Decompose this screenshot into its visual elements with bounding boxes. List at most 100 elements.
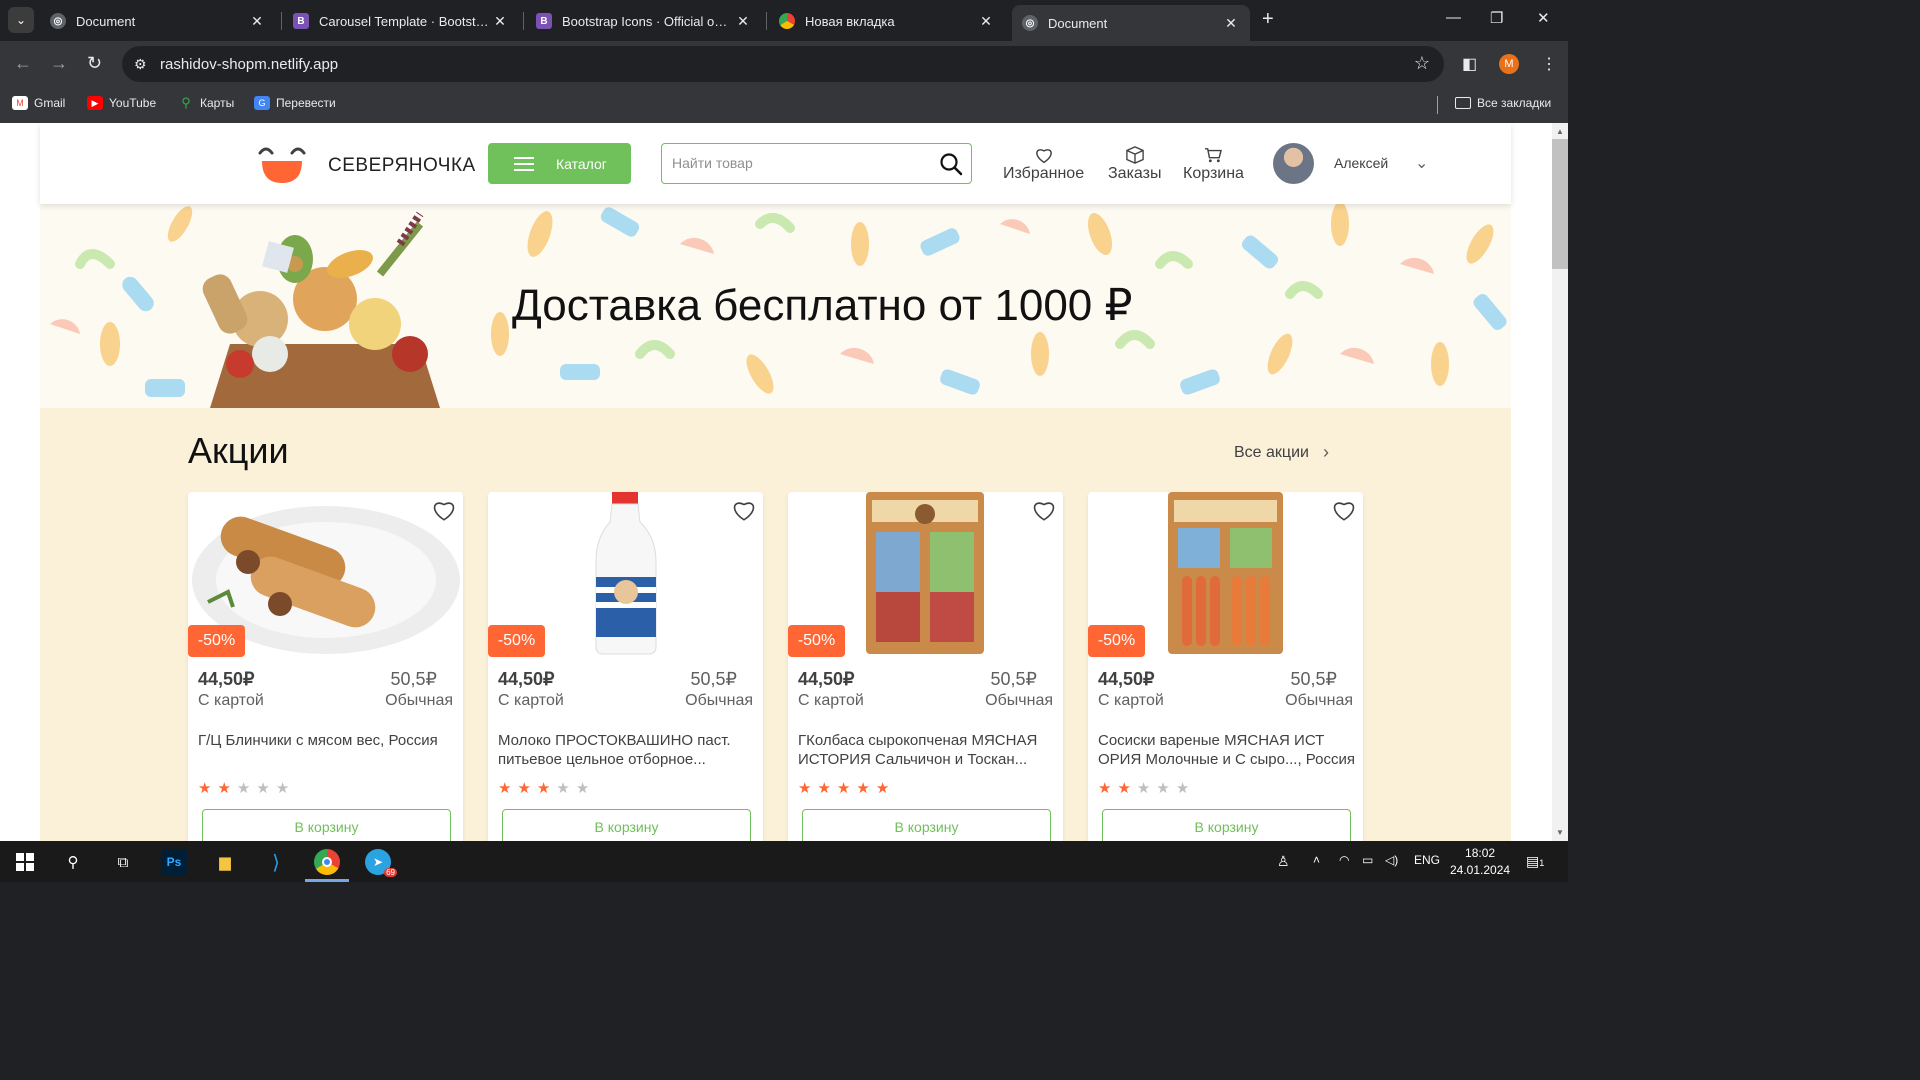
product-name[interactable]: Г/Ц Блинчики с мясом вес, Россия — [198, 731, 456, 769]
scroll-down-arrow-icon[interactable]: ▼ — [1556, 828, 1564, 837]
back-arrow-icon[interactable]: ← — [14, 53, 32, 74]
star-filled-icon: ★ — [856, 780, 870, 797]
wifi-icon[interactable]: ◠ — [1339, 853, 1349, 867]
star-filled-icon: ★ — [536, 780, 551, 797]
product-card[interactable]: -50% 44,50₽ С картой 50,5₽ Обычная ГКолб… — [788, 492, 1063, 841]
close-icon[interactable]: ✕ — [491, 13, 509, 30]
bookmark-star-icon[interactable]: ☆ — [1414, 53, 1430, 74]
nav-favorites[interactable]: Избранное — [1003, 145, 1084, 183]
close-icon[interactable]: ✕ — [977, 13, 995, 30]
promotions-section: Акции Все акции › -50% 44,50₽ С картой 5… — [40, 408, 1511, 841]
product-card[interactable]: -50% 44,50₽ С картой 50,5₽ Обычная Г/Ц Б… — [188, 492, 463, 841]
add-to-cart-button[interactable]: В корзину — [502, 809, 751, 841]
bookmark-translate[interactable]: G Перевести — [254, 96, 336, 110]
heart-icon[interactable] — [1031, 498, 1057, 522]
logo-icon[interactable] — [258, 141, 306, 185]
grocery-bag-illustration — [202, 211, 440, 408]
kebab-menu-icon[interactable]: ⋮ — [1541, 54, 1557, 74]
tab-divider — [281, 12, 282, 30]
photoshop-icon[interactable]: Ps — [161, 849, 187, 875]
language-indicator[interactable]: ENG — [1414, 853, 1440, 867]
heart-icon[interactable] — [731, 498, 757, 522]
forward-arrow-icon[interactable]: → — [50, 53, 68, 74]
bookmark-youtube[interactable]: ▶ YouTube — [87, 96, 156, 110]
star-filled-icon: ★ — [517, 780, 531, 797]
user-name[interactable]: Алексей — [1334, 155, 1388, 171]
reload-icon[interactable]: ↻ — [87, 53, 102, 74]
browser-tab-5-active[interactable]: ◎ Document ✕ — [1012, 5, 1250, 41]
people-icon[interactable]: ♙ — [1277, 853, 1290, 870]
tab-search-button[interactable]: ⌄ — [8, 7, 34, 33]
search-input[interactable] — [672, 155, 922, 171]
product-name[interactable]: Молоко ПРОСТОКВАШИНО паст. питьевое цель… — [498, 731, 756, 769]
product-card[interactable]: -50% 44,50₽ С картой 50,5₽ Обычная Сосис… — [1088, 492, 1363, 841]
card-price-label: С картой — [498, 692, 564, 709]
all-promotions-link[interactable]: Все акции › — [1234, 442, 1329, 463]
chrome-icon — [779, 13, 795, 29]
tab-title: Document — [76, 13, 136, 29]
browser-tab-3[interactable]: B Bootstrap Icons · Official open source… — [526, 6, 762, 36]
heart-icon[interactable] — [1331, 498, 1357, 522]
bookmark-gmail[interactable]: M Gmail — [12, 96, 65, 110]
windows-start-icon[interactable] — [12, 849, 38, 875]
catalog-label: Каталог — [556, 155, 607, 172]
chevron-down-icon[interactable]: ⌄ — [1415, 153, 1428, 173]
heart-icon[interactable] — [431, 498, 457, 522]
nav-cart[interactable]: Корзина — [1183, 145, 1244, 183]
browser-tab-2[interactable]: B Carousel Template · Bootstrap v5.3 ✕ — [283, 6, 519, 36]
vscode-icon[interactable]: ⟩ — [263, 849, 289, 875]
site-info-icon[interactable]: ⚙ — [134, 56, 154, 73]
minimize-icon[interactable]: — — [1446, 9, 1461, 26]
brand-name[interactable]: СЕВЕРЯНОЧКА — [328, 155, 476, 177]
bookmark-maps[interactable]: ⚲ Карты — [178, 95, 234, 110]
globe-icon: ◎ — [50, 13, 66, 29]
all-bookmarks[interactable]: Все закладки — [1455, 96, 1551, 110]
window-close-icon[interactable]: ✕ — [1537, 9, 1550, 27]
product-name[interactable]: Сосиски вареные МЯСНАЯ ИСТ ОРИЯ Молочные… — [1098, 731, 1356, 769]
restore-icon[interactable]: ❐ — [1490, 9, 1503, 27]
windows-taskbar: ⚲ ⧉ Ps ▆ ⟩ ➤ 69 ♙ ˄ ◠ ▭ ◁) ENG 18:02 24.0… — [0, 841, 1568, 882]
nav-orders[interactable]: Заказы — [1108, 145, 1161, 183]
search-icon[interactable] — [939, 152, 963, 176]
browser-tab-1[interactable]: ◎ Document ✕ — [40, 6, 276, 36]
address-url[interactable]: rashidov-shopm.netlify.app — [160, 56, 338, 73]
delivery-banner[interactable]: Доставка бесплатно от 1000 ₽ — [40, 204, 1511, 408]
battery-icon[interactable]: ▭ — [1362, 853, 1373, 867]
new-tab-button[interactable]: + — [1262, 9, 1274, 29]
catalog-button[interactable]: Каталог — [488, 143, 631, 184]
profile-avatar[interactable]: M — [1499, 54, 1519, 74]
page-scrollbar[interactable]: ▲ ▼ — [1552, 123, 1568, 841]
chrome-icon[interactable] — [314, 849, 340, 875]
close-icon[interactable]: ✕ — [734, 13, 752, 30]
product-card[interactable]: -50% 44,50₽ С картой 50,5₽ Обычная Молок… — [488, 492, 763, 841]
chevron-right-icon: › — [1322, 442, 1329, 462]
notifications-icon[interactable]: ▤1 — [1526, 853, 1544, 870]
bookmark-label: Перевести — [276, 96, 336, 110]
side-panel-icon[interactable]: ◧ — [1462, 54, 1477, 74]
telegram-badge: 69 — [384, 868, 397, 877]
browser-tab-4[interactable]: Новая вкладка ✕ — [769, 6, 1005, 36]
rating-stars: ★ ★ ★ ★ ★ — [1098, 779, 1189, 797]
chevron-up-icon[interactable]: ˄ — [1313, 853, 1320, 867]
task-view-icon[interactable]: ⧉ — [110, 849, 136, 875]
active-app-indicator — [305, 879, 349, 882]
add-to-cart-button[interactable]: В корзину — [202, 809, 451, 841]
system-clock[interactable]: 18:02 24.01.2024 — [1450, 845, 1510, 879]
add-to-cart-button[interactable]: В корзину — [802, 809, 1051, 841]
scroll-up-arrow-icon[interactable]: ▲ — [1556, 127, 1564, 136]
close-icon[interactable]: ✕ — [1222, 15, 1240, 32]
rating-stars: ★ ★ ★ ★ ★ — [198, 779, 289, 797]
scrollbar-thumb[interactable] — [1552, 139, 1568, 269]
tab-divider — [523, 12, 524, 30]
product-name[interactable]: ГКолбаса сырокопченая МЯСНАЯ ИСТОРИЯ Сал… — [798, 731, 1056, 769]
star-filled-icon: ★ — [1117, 780, 1131, 797]
star-empty-icon: ★ — [275, 780, 290, 797]
telegram-icon[interactable]: ➤ 69 — [365, 849, 397, 877]
volume-icon[interactable]: ◁) — [1385, 853, 1398, 867]
user-avatar[interactable] — [1273, 143, 1314, 184]
file-explorer-icon[interactable]: ▆ — [212, 849, 238, 875]
close-icon[interactable]: ✕ — [248, 13, 266, 30]
address-bar[interactable]: ⚙ rashidov-shopm.netlify.app ☆ — [122, 46, 1444, 82]
search-icon[interactable]: ⚲ — [60, 849, 86, 875]
add-to-cart-button[interactable]: В корзину — [1102, 809, 1351, 841]
